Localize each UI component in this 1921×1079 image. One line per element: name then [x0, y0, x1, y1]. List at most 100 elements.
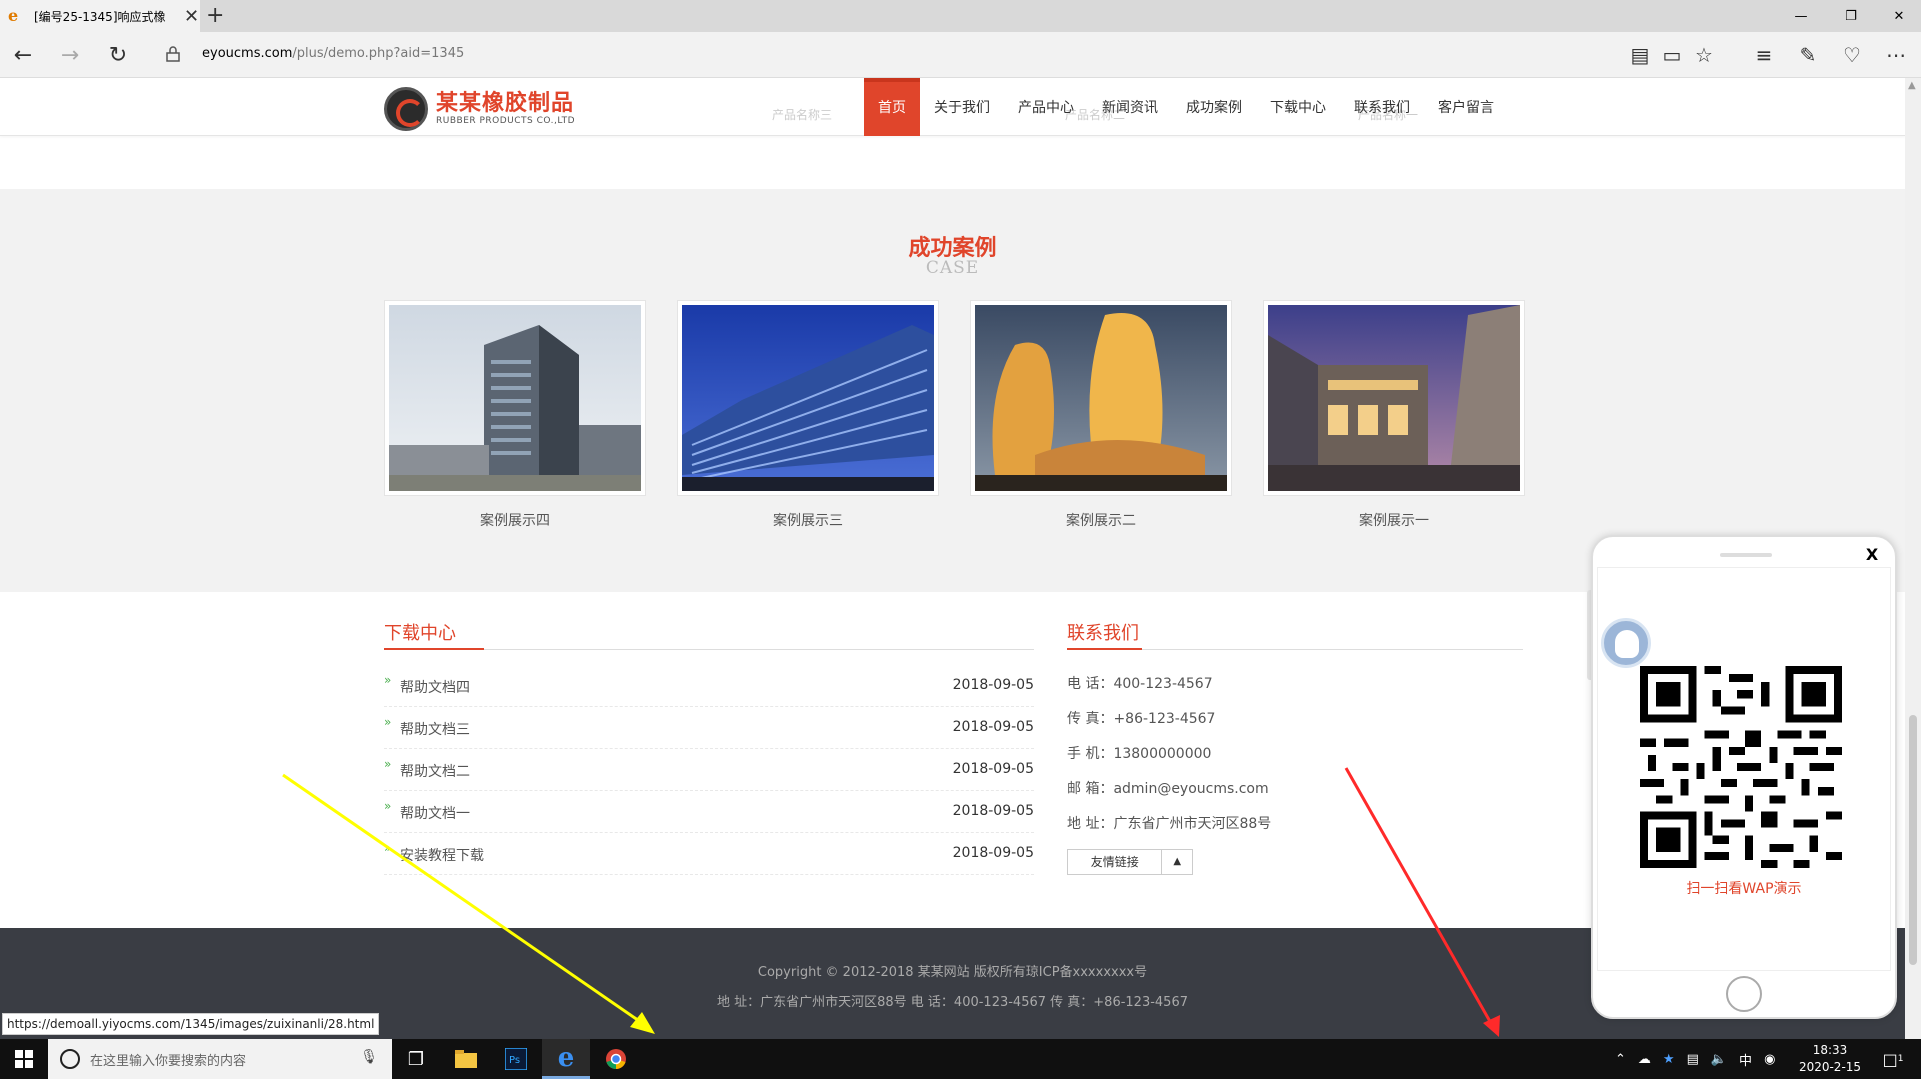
- nav-contact[interactable]: 联系我们: [1340, 78, 1424, 136]
- logo-cn-text: 某某橡胶制品: [436, 91, 575, 116]
- bluetooth-icon[interactable]: ★: [1663, 1052, 1675, 1067]
- case-card-3[interactable]: [677, 300, 939, 496]
- download-row[interactable]: » 帮助文档一 2018-09-05: [384, 791, 1034, 833]
- cortana-icon: [60, 1049, 80, 1069]
- onedrive-icon[interactable]: ☁: [1638, 1052, 1651, 1067]
- chevron-right-icon: »: [384, 799, 392, 813]
- forward-icon[interactable]: →: [55, 40, 85, 70]
- download-date: 2018-09-05: [952, 845, 1034, 861]
- reader-book-icon[interactable]: ▭: [1658, 42, 1686, 68]
- hub-icon[interactable]: ≡: [1750, 42, 1778, 68]
- volume-icon[interactable]: 🔈: [1711, 1052, 1727, 1067]
- building-image: [975, 305, 1227, 491]
- favorite-star-icon[interactable]: ☆: [1690, 42, 1718, 68]
- nav-about[interactable]: 关于我们: [920, 78, 1004, 136]
- qr-code-icon: [1640, 666, 1842, 868]
- caret-up-icon[interactable]: ▲: [1162, 850, 1192, 874]
- photoshop-icon[interactable]: Ps: [492, 1039, 540, 1079]
- chrome-icon[interactable]: [592, 1039, 640, 1079]
- download-row[interactable]: » 帮助文档四 2018-09-05: [384, 665, 1034, 707]
- new-tab-button[interactable]: +: [206, 3, 224, 28]
- more-icon[interactable]: ⋯: [1882, 42, 1910, 68]
- case-caption[interactable]: 案例展示三: [677, 510, 939, 530]
- download-name[interactable]: 帮助文档一: [400, 803, 470, 823]
- back-icon[interactable]: ←: [8, 40, 38, 70]
- chevron-right-icon: »: [384, 757, 392, 771]
- download-name[interactable]: 帮助文档四: [400, 677, 470, 697]
- download-row[interactable]: » 帮助文档三 2018-09-05: [384, 707, 1034, 749]
- nav-guestbook[interactable]: 客户留言: [1424, 78, 1508, 136]
- edge-taskbar-icon[interactable]: e: [542, 1039, 590, 1079]
- nav-cases[interactable]: 成功案例: [1172, 78, 1256, 136]
- building-image: [1268, 305, 1520, 491]
- action-center-icon[interactable]: □ 1: [1876, 1044, 1910, 1074]
- contact-address: 地 址：广东省广州市天河区88号: [1067, 816, 1272, 832]
- status-bar-url: https://demoall.yiyocms.com/1345/images/…: [2, 1013, 380, 1035]
- microphone-icon[interactable]: 🎙: [360, 1049, 378, 1065]
- windows-logo-icon: [15, 1050, 33, 1068]
- case-card-4[interactable]: [384, 300, 646, 496]
- case-subtitle: CASE: [925, 258, 980, 278]
- nav-news[interactable]: 新闻资讯: [1088, 78, 1172, 136]
- clock-time: 18:33: [1812, 1043, 1848, 1057]
- reading-view-icon[interactable]: ▤: [1626, 42, 1654, 68]
- nav-home[interactable]: 首页: [864, 78, 920, 136]
- case-caption[interactable]: 案例展示一: [1263, 510, 1525, 530]
- download-name[interactable]: 帮助文档二: [400, 761, 470, 781]
- tab-strip: [0, 0, 1921, 32]
- friend-links-select[interactable]: 友情链接 ▲: [1067, 849, 1193, 875]
- ghost-product-label: 产品名称三: [772, 108, 833, 122]
- nav-products[interactable]: 产品中心: [1004, 78, 1088, 136]
- web-note-icon[interactable]: ✎: [1794, 42, 1822, 68]
- scrollbar-thumb[interactable]: [1909, 715, 1917, 965]
- main-nav: 首页 关于我们 产品中心 新闻资讯 成功案例 下载中心 联系我们 客户留言: [864, 78, 1508, 136]
- share-icon[interactable]: ♡: [1838, 42, 1866, 68]
- refresh-icon[interactable]: ↻: [103, 40, 133, 70]
- download-name[interactable]: 安装教程下载: [400, 845, 484, 865]
- download-name[interactable]: 帮助文档三: [400, 719, 470, 739]
- case-caption[interactable]: 案例展示四: [384, 510, 646, 530]
- url-path: /plus/demo.php?aid=1345: [292, 46, 465, 61]
- building-image: [682, 305, 934, 491]
- address-field[interactable]: eyoucms.com/plus/demo.php?aid=1345: [202, 43, 464, 65]
- download-date: 2018-09-05: [952, 677, 1034, 693]
- qq-avatar-icon[interactable]: [1601, 618, 1651, 668]
- download-row[interactable]: » 安装教程下载 2018-09-05: [384, 833, 1034, 875]
- chevron-right-icon: »: [384, 841, 392, 855]
- notification-count: 1: [1897, 1054, 1904, 1064]
- logo-en-text: RUBBER PRODUCTS CO.,LTD: [436, 116, 576, 126]
- chevron-right-icon: »: [384, 673, 392, 687]
- chevron-up-icon[interactable]: ⌃: [1615, 1052, 1626, 1067]
- friend-links-label: 友情链接: [1068, 850, 1163, 874]
- nav-downloads[interactable]: 下载中心: [1256, 78, 1340, 136]
- contact-title: 联系我们: [1067, 623, 1139, 644]
- tab-close-icon[interactable]: ✕: [184, 6, 199, 27]
- taskbar-search[interactable]: 在这里输入你要搜索的内容 🎙: [48, 1039, 392, 1079]
- case-caption[interactable]: 案例展示二: [970, 510, 1232, 530]
- case-card-2[interactable]: [970, 300, 1232, 496]
- site-logo[interactable]: 某某橡胶制品 RUBBER PRODUCTS CO.,LTD: [384, 86, 584, 132]
- popup-close-button[interactable]: X: [1860, 543, 1884, 567]
- scroll-up-icon[interactable]: ▲: [1908, 80, 1916, 91]
- chevron-right-icon: »: [384, 715, 392, 729]
- task-view-icon[interactable]: ❐: [392, 1039, 440, 1079]
- browser-tab[interactable]: e [编号25-1345]响应式橡 ✕: [0, 0, 200, 32]
- minimize-button[interactable]: —: [1778, 0, 1824, 32]
- restore-button[interactable]: ❐: [1828, 0, 1874, 32]
- phone-home-button: [1726, 976, 1762, 1012]
- taskbar-clock[interactable]: 18:33 2020-2-15: [1790, 1042, 1870, 1076]
- contact-phone: 电 话：400-123-4567: [1067, 676, 1213, 692]
- case-card-1[interactable]: [1263, 300, 1525, 496]
- window-close-button[interactable]: ✕: [1876, 0, 1921, 32]
- input-method-icon[interactable]: ◉: [1764, 1052, 1775, 1067]
- qr-caption: 扫一扫看WAP演示: [1686, 881, 1802, 897]
- system-tray: ⌃ ☁ ★ ▤ 🔈 中 ◉: [1615, 1045, 1775, 1073]
- network-icon[interactable]: ▤: [1687, 1052, 1699, 1067]
- search-placeholder: 在这里输入你要搜索的内容: [90, 1053, 247, 1069]
- start-button[interactable]: [0, 1039, 48, 1079]
- file-explorer-icon[interactable]: [442, 1039, 490, 1079]
- download-row[interactable]: » 帮助文档二 2018-09-05: [384, 749, 1034, 791]
- ime-indicator[interactable]: 中: [1739, 1050, 1752, 1069]
- download-date: 2018-09-05: [952, 803, 1034, 819]
- tab-title: [编号25-1345]响应式橡: [34, 9, 166, 24]
